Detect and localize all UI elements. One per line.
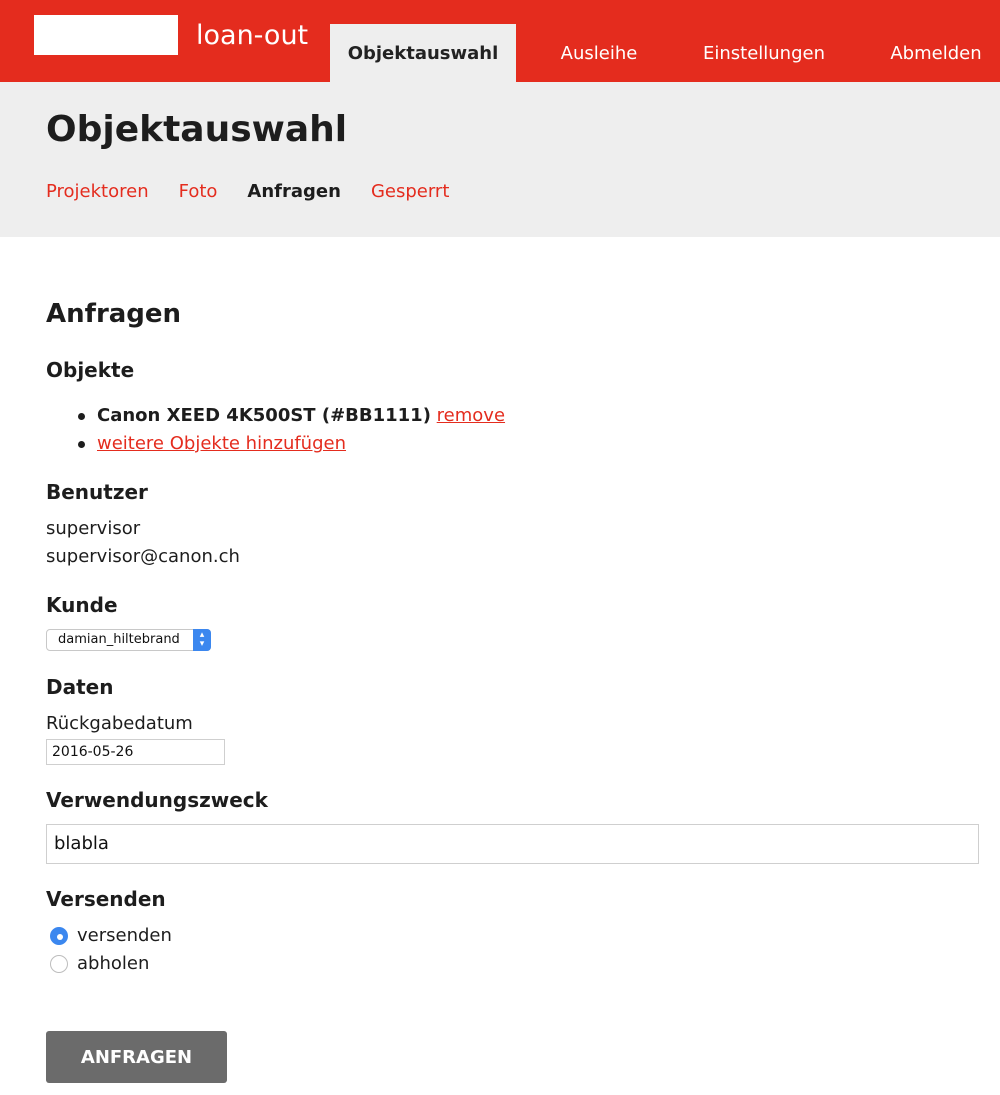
radio-versenden-label: versenden	[77, 925, 172, 946]
tab-abmelden[interactable]: Abmelden	[870, 24, 1000, 82]
objects-label: Objekte	[46, 358, 135, 382]
page-title: Objektauswahl	[46, 109, 348, 150]
subnav-item-foto[interactable]: Foto	[179, 180, 218, 204]
submit-request-button[interactable]: ANFRAGEN	[46, 1031, 227, 1083]
remove-object-link[interactable]: remove	[437, 405, 505, 426]
purpose-label: Verwendungszweck	[46, 788, 268, 812]
tab-einstellungen[interactable]: Einstellungen	[690, 24, 838, 82]
tab-objektauswahl[interactable]: Objektauswahl	[330, 24, 516, 82]
logo[interactable]	[34, 15, 178, 55]
radio-abholen-label: abholen	[77, 953, 150, 974]
customer-label: Kunde	[46, 593, 118, 617]
shipping-label: Versenden	[46, 887, 166, 911]
app-title: loan-out	[196, 20, 309, 51]
radio-abholen[interactable]	[50, 955, 68, 973]
add-objects-link[interactable]: weitere Objekte hinzufügen	[97, 433, 346, 454]
list-item: weitere Objekte hinzufügen	[78, 430, 505, 458]
page-header: Objektauswahl Projektoren Foto Anfragen …	[0, 82, 1000, 237]
form-title: Anfragen	[46, 299, 182, 329]
radio-versenden[interactable]	[50, 927, 68, 945]
subnav-item-projektoren[interactable]: Projektoren	[46, 180, 149, 204]
radio-abholen-row[interactable]: abholen	[50, 952, 149, 976]
dates-label: Daten	[46, 675, 114, 699]
user-label: Benutzer	[46, 480, 148, 504]
return-date-label: Rückgabedatum	[46, 713, 193, 734]
return-date-input[interactable]: 2016-05-26	[46, 739, 225, 765]
list-item: Canon XEED 4K500ST (#BB1111) remove	[78, 402, 505, 430]
select-arrows-icon: ▴ ▾	[193, 629, 211, 651]
objects-list: Canon XEED 4K500ST (#BB1111) remove weit…	[78, 402, 505, 458]
subnav-item-gesperrt[interactable]: Gesperrt	[371, 180, 449, 204]
customer-select-value: damian_hiltebrand	[58, 632, 180, 647]
user-email: supervisor@canon.ch	[46, 546, 240, 567]
user-name: supervisor	[46, 518, 141, 539]
top-navigation-bar: loan-out Objektauswahl Ausleihe Einstell…	[0, 0, 1000, 82]
subnav-item-anfragen[interactable]: Anfragen	[247, 180, 341, 204]
radio-versenden-row[interactable]: versenden	[50, 924, 172, 948]
sub-navigation: Projektoren Foto Anfragen Gesperrt	[46, 180, 449, 204]
customer-select[interactable]: damian_hiltebrand ▴ ▾	[46, 629, 211, 651]
tab-ausleihe[interactable]: Ausleihe	[536, 24, 662, 82]
object-name: Canon XEED 4K500ST (#BB1111)	[97, 405, 431, 426]
purpose-input[interactable]: blabla	[46, 824, 979, 864]
